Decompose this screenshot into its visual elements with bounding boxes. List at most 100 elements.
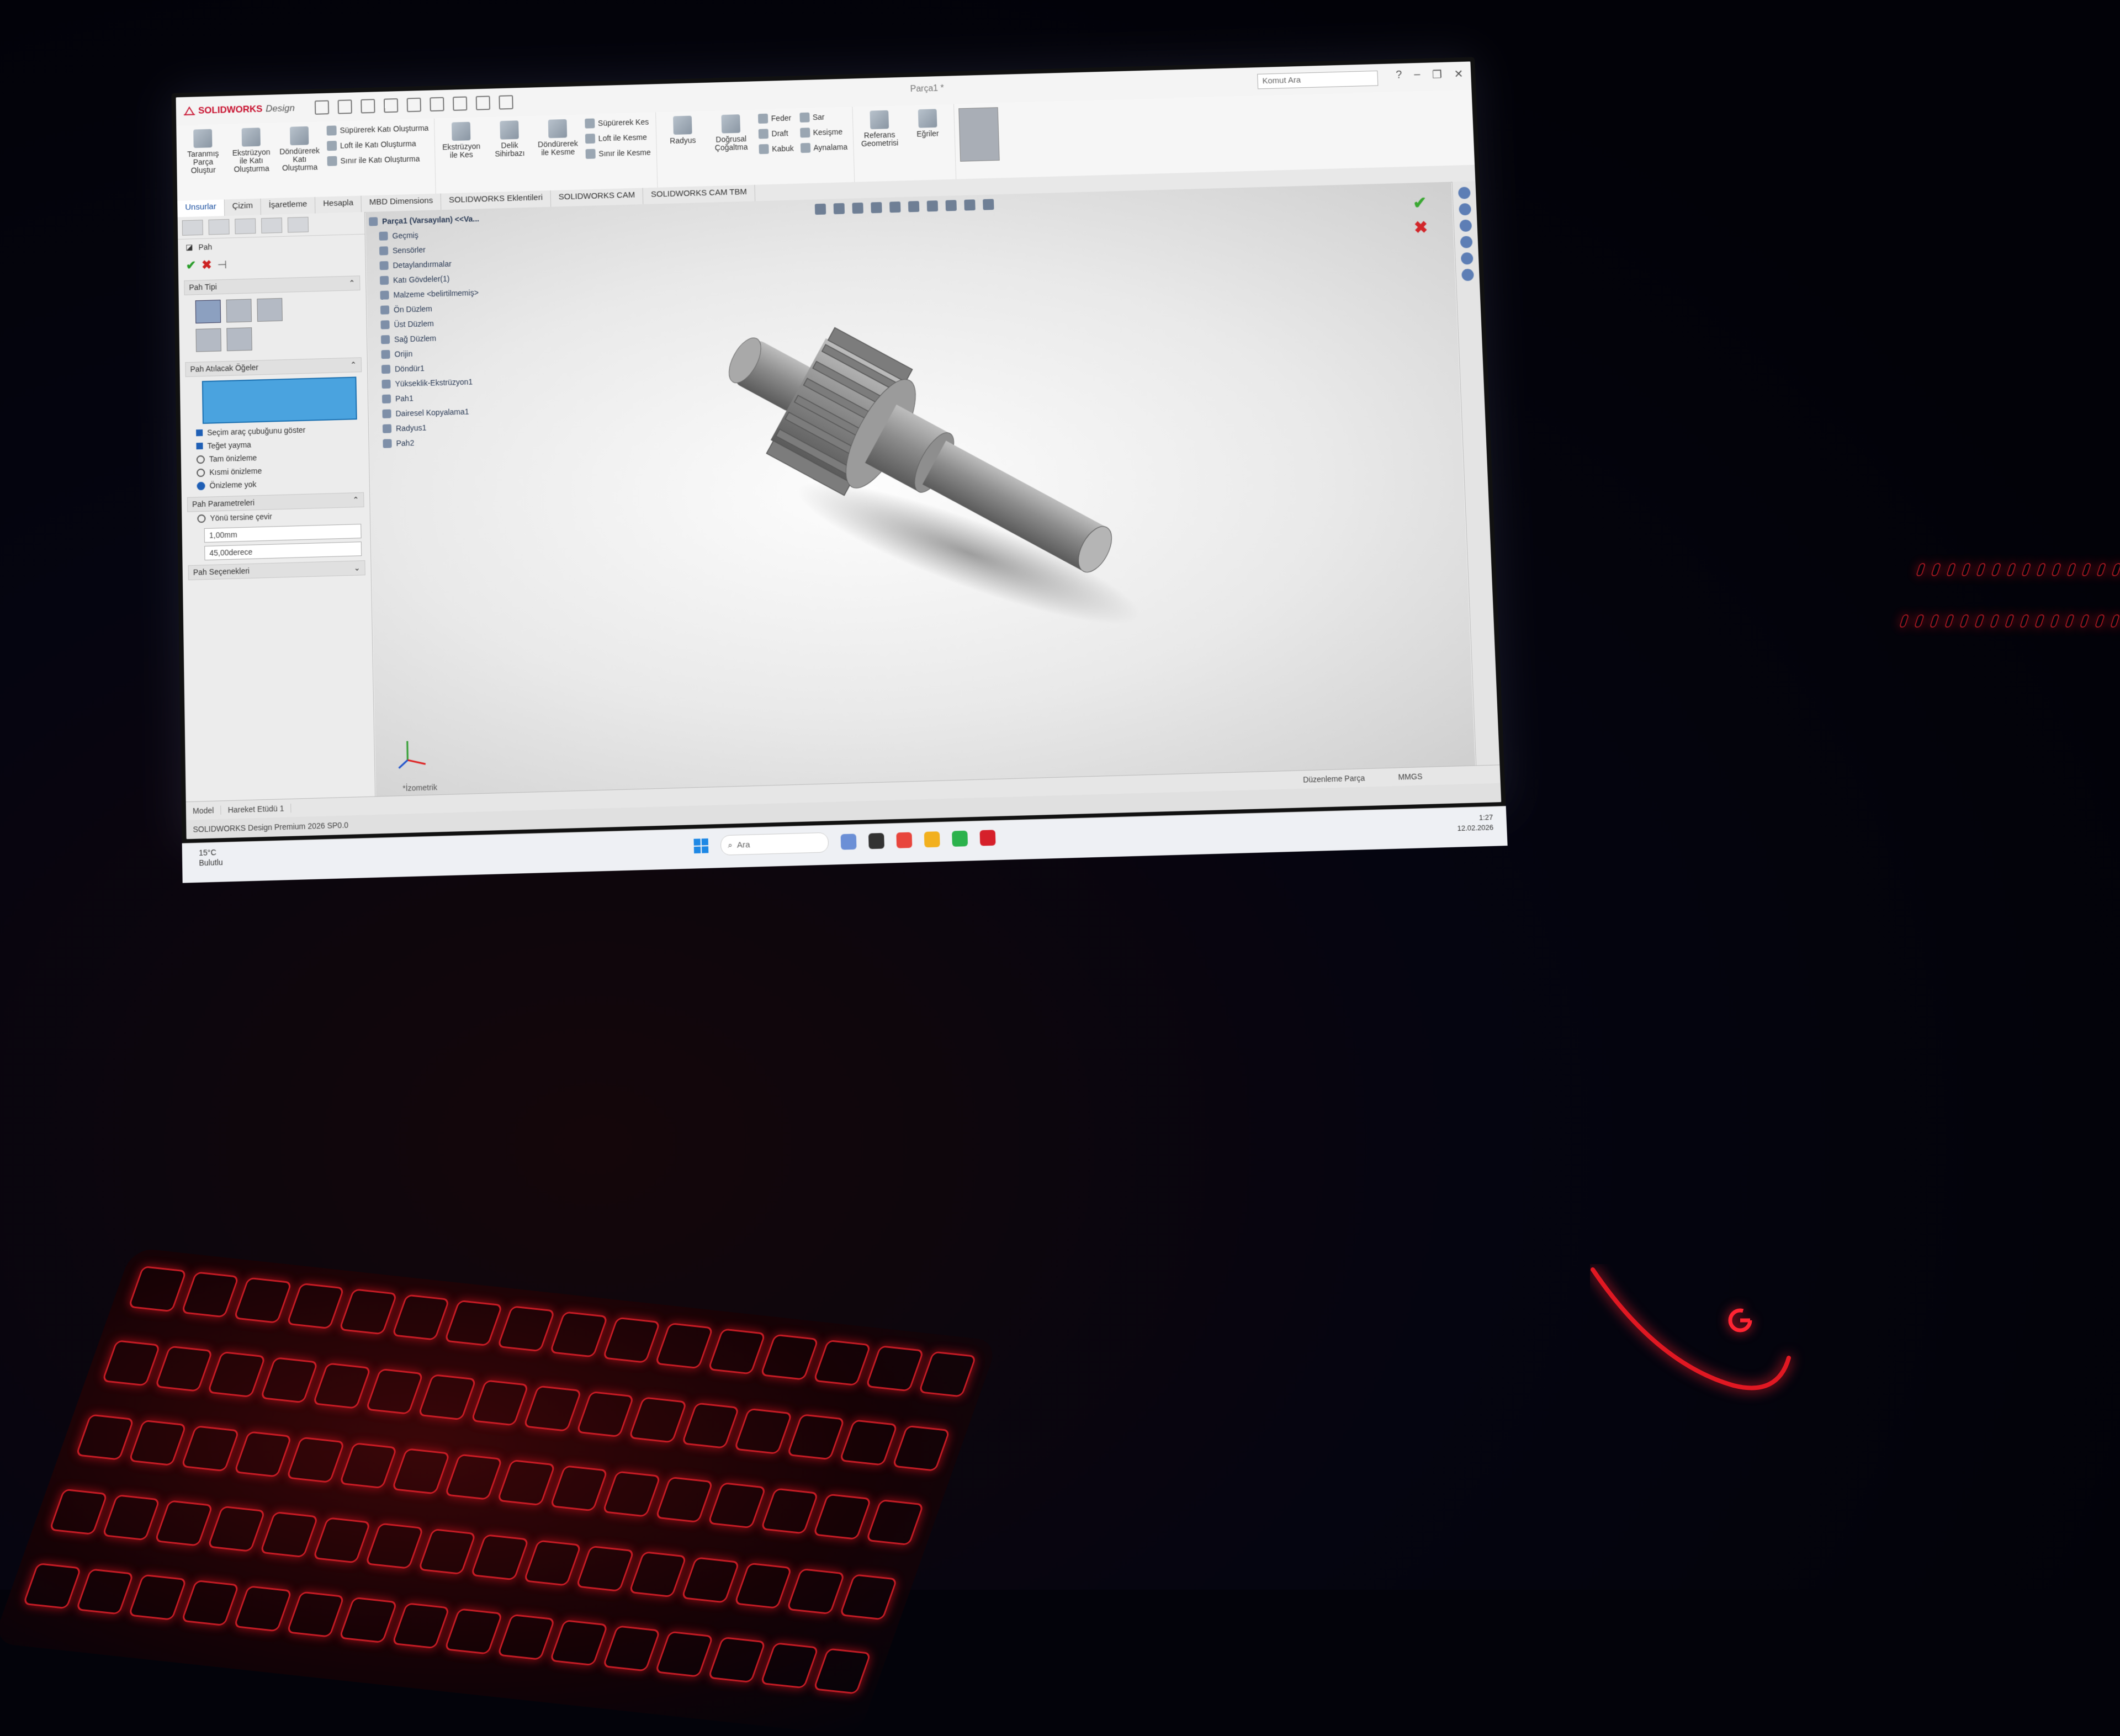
tab-cam[interactable]: SOLIDWORKS CAM (551, 188, 644, 206)
view-settings-icon[interactable] (983, 199, 994, 210)
chrome-app-icon[interactable] (896, 832, 912, 848)
file-explorer-app-icon[interactable] (924, 831, 940, 847)
scanned-part-button[interactable]: Taranmış Parça Oluştur (182, 129, 224, 175)
task-view-icon[interactable] (868, 833, 884, 849)
weather-widget[interactable]: 15°C Bulutlu (199, 847, 223, 868)
reference-geometry-button[interactable]: Referans Geometrisi (858, 110, 900, 148)
instant3d-button[interactable] (958, 107, 1000, 162)
wrap-button[interactable]: Sar (799, 112, 847, 123)
windows-start-icon[interactable] (693, 838, 708, 853)
hide-show-icon[interactable] (927, 200, 938, 211)
scene-icon[interactable] (964, 199, 976, 210)
loft-cut-icon (585, 134, 595, 144)
hole-wizard-button[interactable]: Delik Sihirbazı (488, 120, 531, 158)
vertex-type-button[interactable] (257, 298, 283, 322)
property-manager-tab-icon[interactable] (208, 219, 229, 235)
chamfer-feature-icon (383, 439, 391, 448)
sweep-cut-button[interactable]: Süpürerek Kes (585, 117, 650, 129)
tab-features[interactable]: Unsurlar (177, 199, 225, 217)
extrude-boss-button[interactable]: Ekstrüzyon ile Katı Oluşturma (230, 128, 273, 174)
new-file-icon[interactable] (337, 99, 352, 114)
resources-icon[interactable] (1458, 187, 1471, 199)
system-tray[interactable]: 1:27 12.02.2026 (1456, 813, 1493, 834)
tab-evaluate[interactable]: Hesapla (315, 196, 362, 214)
command-search-input[interactable]: Komut Ara (1257, 71, 1378, 89)
dimxpert-tab-icon[interactable] (261, 217, 282, 233)
angle-distance-type-button[interactable] (195, 300, 221, 323)
draft-button[interactable]: Draft (758, 128, 793, 139)
units-selector[interactable]: MMGS (1398, 772, 1422, 781)
undo-icon[interactable] (430, 97, 444, 112)
design-library-icon[interactable] (1459, 203, 1471, 215)
widgets-app-icon[interactable] (841, 834, 857, 850)
confirm-cancel-icon[interactable]: ✖ (1414, 218, 1428, 237)
zoom-area-icon[interactable] (834, 203, 845, 214)
close-icon[interactable]: ✕ (1454, 67, 1464, 81)
boundary-boss-button[interactable]: Sınır ile Katı Oluşturma (327, 153, 429, 166)
spotify-app-icon[interactable] (952, 831, 968, 847)
print-icon[interactable] (406, 98, 421, 112)
configuration-manager-tab-icon[interactable] (235, 218, 256, 234)
tab-mbd-dimensions[interactable]: MBD Dimensions (362, 194, 442, 213)
tab-sketch[interactable]: Çizim (224, 199, 261, 216)
tab-model[interactable]: Model (186, 805, 221, 815)
mirror-button[interactable]: Aynalama (800, 142, 847, 153)
fillet-button[interactable]: Radyus (661, 115, 704, 145)
sweep-boss-button[interactable]: Süpürerek Katı Oluşturma (327, 123, 429, 136)
tab-markup[interactable]: İşaretleme (261, 197, 316, 215)
boundary-cut-button[interactable]: Sınır ile Kesme (585, 147, 651, 159)
curves-button[interactable]: Eğriler (906, 109, 948, 139)
revolve-boss-button[interactable]: Döndürerek Katı Oluşturma (278, 126, 321, 172)
zoom-to-fit-icon[interactable] (815, 204, 826, 215)
items-to-chamfer-section[interactable]: Pah Atılacak Öğeler ⌃ (185, 357, 362, 377)
extrude-cut-button[interactable]: Ekstrüzyon ile Kes (440, 121, 483, 160)
tab-motion-study[interactable]: Hareket Etüdü 1 (221, 804, 291, 815)
distance-distance-type-button[interactable] (226, 299, 252, 322)
help-icon[interactable]: ? (1396, 69, 1402, 83)
pm-pin-icon[interactable]: ⊣ (217, 258, 227, 272)
pm-cancel-icon[interactable]: ✖ (202, 258, 212, 272)
appearance-icon[interactable] (945, 200, 956, 211)
gear-shaft-model[interactable] (675, 299, 1182, 655)
plane-icon (381, 335, 390, 344)
loft-cut-button[interactable]: Loft ile Kesme (585, 132, 651, 144)
rebuild-icon[interactable] (453, 97, 467, 111)
section-view-icon[interactable] (871, 202, 882, 213)
revolve-cut-button[interactable]: Döndürerek ile Kesme (537, 119, 579, 157)
display-manager-tab-icon[interactable] (288, 217, 309, 233)
view-orientation-icon[interactable] (889, 201, 900, 213)
offset-face-type-button[interactable] (195, 328, 221, 352)
distance-input[interactable]: 1,00mm (204, 524, 362, 543)
angle-input[interactable]: 45,00derece (204, 541, 362, 560)
pm-ok-icon[interactable]: ✔ (186, 258, 197, 273)
custom-properties-icon[interactable] (1461, 269, 1474, 281)
options-icon[interactable] (499, 95, 513, 109)
view-palette-icon[interactable] (1460, 236, 1473, 248)
app-logo[interactable]: ⧍ SOLIDWORKS Design (176, 94, 303, 126)
confirm-ok-icon[interactable]: ✔ (1413, 193, 1427, 213)
minimize-icon[interactable]: – (1414, 68, 1421, 82)
file-explorer-icon[interactable] (1459, 220, 1472, 232)
home-icon[interactable] (314, 100, 328, 115)
face-face-type-button[interactable] (226, 327, 252, 351)
radio-selected-icon (197, 481, 205, 490)
ribbon-group-boss: Taranmış Parça Oluştur Ekstrüzyon ile Ka… (176, 119, 436, 201)
save-icon[interactable] (383, 98, 398, 113)
display-style-icon[interactable] (908, 201, 919, 212)
taskbar-search[interactable]: ⌕ Ara (720, 832, 829, 856)
rib-button[interactable]: Feder (758, 113, 793, 124)
linear-pattern-button[interactable]: Doğrusal Çoğaltma (709, 114, 752, 152)
intersect-button[interactable]: Kesişme (800, 126, 847, 137)
feature-manager-tab-icon[interactable] (182, 220, 203, 236)
expand-icon: ⌄ (354, 563, 361, 572)
solidworks-app-icon[interactable] (979, 830, 995, 846)
shell-button[interactable]: Kabuk (759, 144, 794, 155)
restore-icon[interactable]: ❐ (1432, 68, 1443, 82)
appearances-icon[interactable] (1461, 252, 1474, 264)
open-file-icon[interactable] (361, 99, 375, 113)
chamfer-options-section[interactable]: Pah Seçenekleri ⌄ (188, 560, 365, 580)
previous-view-icon[interactable] (852, 203, 863, 214)
loft-boss-button[interactable]: Loft ile Katı Oluşturma (327, 138, 429, 151)
select-icon[interactable] (475, 95, 490, 110)
edge-selection-box[interactable] (202, 376, 357, 424)
